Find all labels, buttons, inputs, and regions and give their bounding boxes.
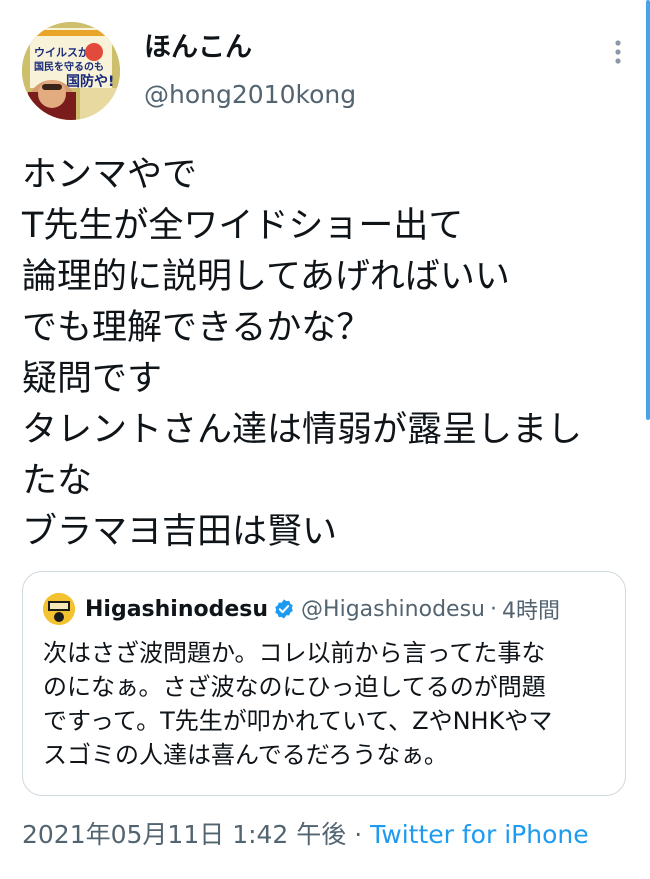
verified-badge-icon [275,599,293,619]
tweet-line: ホンマやで [22,155,198,195]
tweet-header: ウイルスから 国民を守るのも 国防や! ほんこん @hong2010kong [22,22,632,122]
tweet-text: ホンマやで T先生が全ワイドショー出て 論理的に説明してあげればいい でも理解で… [22,150,634,558]
tweet-line: T先生が全ワイドショー出て [22,206,464,246]
tweet-line: ブラマヨ吉田は賢い [22,512,338,552]
quoted-tweet-header: Higashinodesu @Higashinodesu · 4時間 [43,593,560,625]
meta-separator: · [354,820,363,849]
tweet-meta: 2021年05月11日 1:42 午後 · Twitter for iPhone [22,818,589,852]
quoted-author-avatar [43,593,75,625]
quoted-tweet-card[interactable]: Higashinodesu @Higashinodesu · 4時間 次はさざ波… [22,571,626,796]
quoted-tweet-line: ですって。T先生が叩かれていて、ZやNHKやマ [43,707,553,735]
quoted-tweet-time: 4時間 [501,599,560,624]
author-display-name[interactable]: ほんこん [144,30,252,66]
tweet-line: たな [22,461,93,501]
scroll-indicator [646,0,650,420]
svg-text:国防や!: 国防や! [66,73,114,90]
quoted-avatar-image [43,593,75,625]
quoted-author-display-name: Higashinodesu [85,596,269,622]
quoted-tweet-line: のになぁ。さざ波なのにひっ迫してるのが問題 [43,673,546,701]
tweet-line: タレントさん達は情弱が露呈しまし [22,410,583,450]
author-handle[interactable]: @hong2010kong [144,78,356,112]
quoted-tweet-text: 次はさざ波問題か。コレ以前から言ってた事な のになぁ。さざ波なのにひっ迫してるの… [43,636,613,772]
quoted-separator: · [489,596,497,622]
tweet-timestamp[interactable]: 2021年05月11日 1:42 午後 [22,820,346,849]
avatar-image: ウイルスから 国民を守るのも 国防や! [22,22,120,120]
quoted-author-handle: @Higashinodesu [301,596,485,622]
tweet-source-link[interactable]: Twitter for iPhone [370,820,588,849]
author-avatar[interactable]: ウイルスから 国民を守るのも 国防や! [22,22,120,120]
quoted-tweet-line: スゴミの人達は喜んでるだろうなぁ。 [43,741,448,769]
more-vertical-icon[interactable] [608,38,628,66]
svg-text:国民を守るのも: 国民を守るのも [34,60,104,73]
tweet-line: でも理解できるかな？ [22,308,372,348]
quoted-tweet-line: 次はさざ波問題か。コレ以前から言ってた事な [43,639,546,667]
tweet-line: 論理的に説明してあげればいい [22,257,510,297]
tweet-line: 疑問です [22,359,163,399]
